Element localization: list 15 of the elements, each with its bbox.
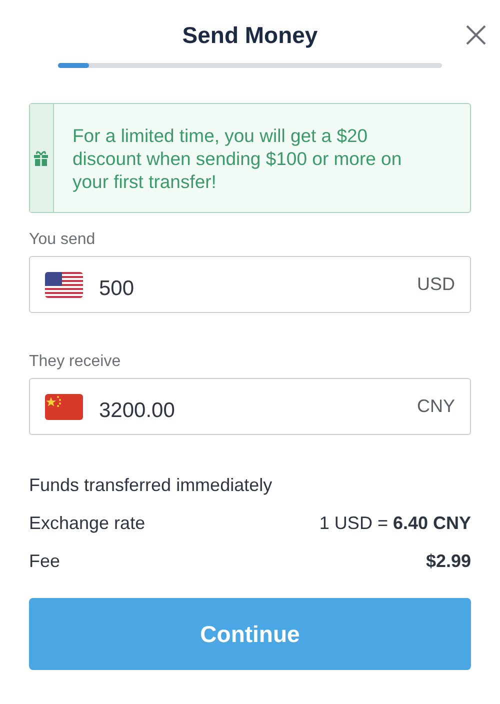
promo-text: For a limited time, you will get a $20 discount when sending $100 or more on your first transfer! [72,124,403,192]
gift-icon [33,150,50,166]
amount-field[interactable]: 500 USD [29,256,471,313]
field-label: They receive [29,353,122,371]
close-button[interactable] [465,24,487,46]
amount-field[interactable]: 3200.00 CNY [29,378,471,435]
transfer-note: Funds transferred immediately [29,475,274,496]
detail-value: $2.99 [426,551,471,572]
detail-value: 1 USD = 6.40 CNY [319,513,471,534]
currency-label: CNY [416,396,455,417]
currency-label: USD [416,274,455,295]
detail-label: Exchange rate [29,513,146,534]
field-label: You send [29,231,96,249]
window-title: Send Money [182,22,318,49]
detail-label: Fee [29,551,60,572]
